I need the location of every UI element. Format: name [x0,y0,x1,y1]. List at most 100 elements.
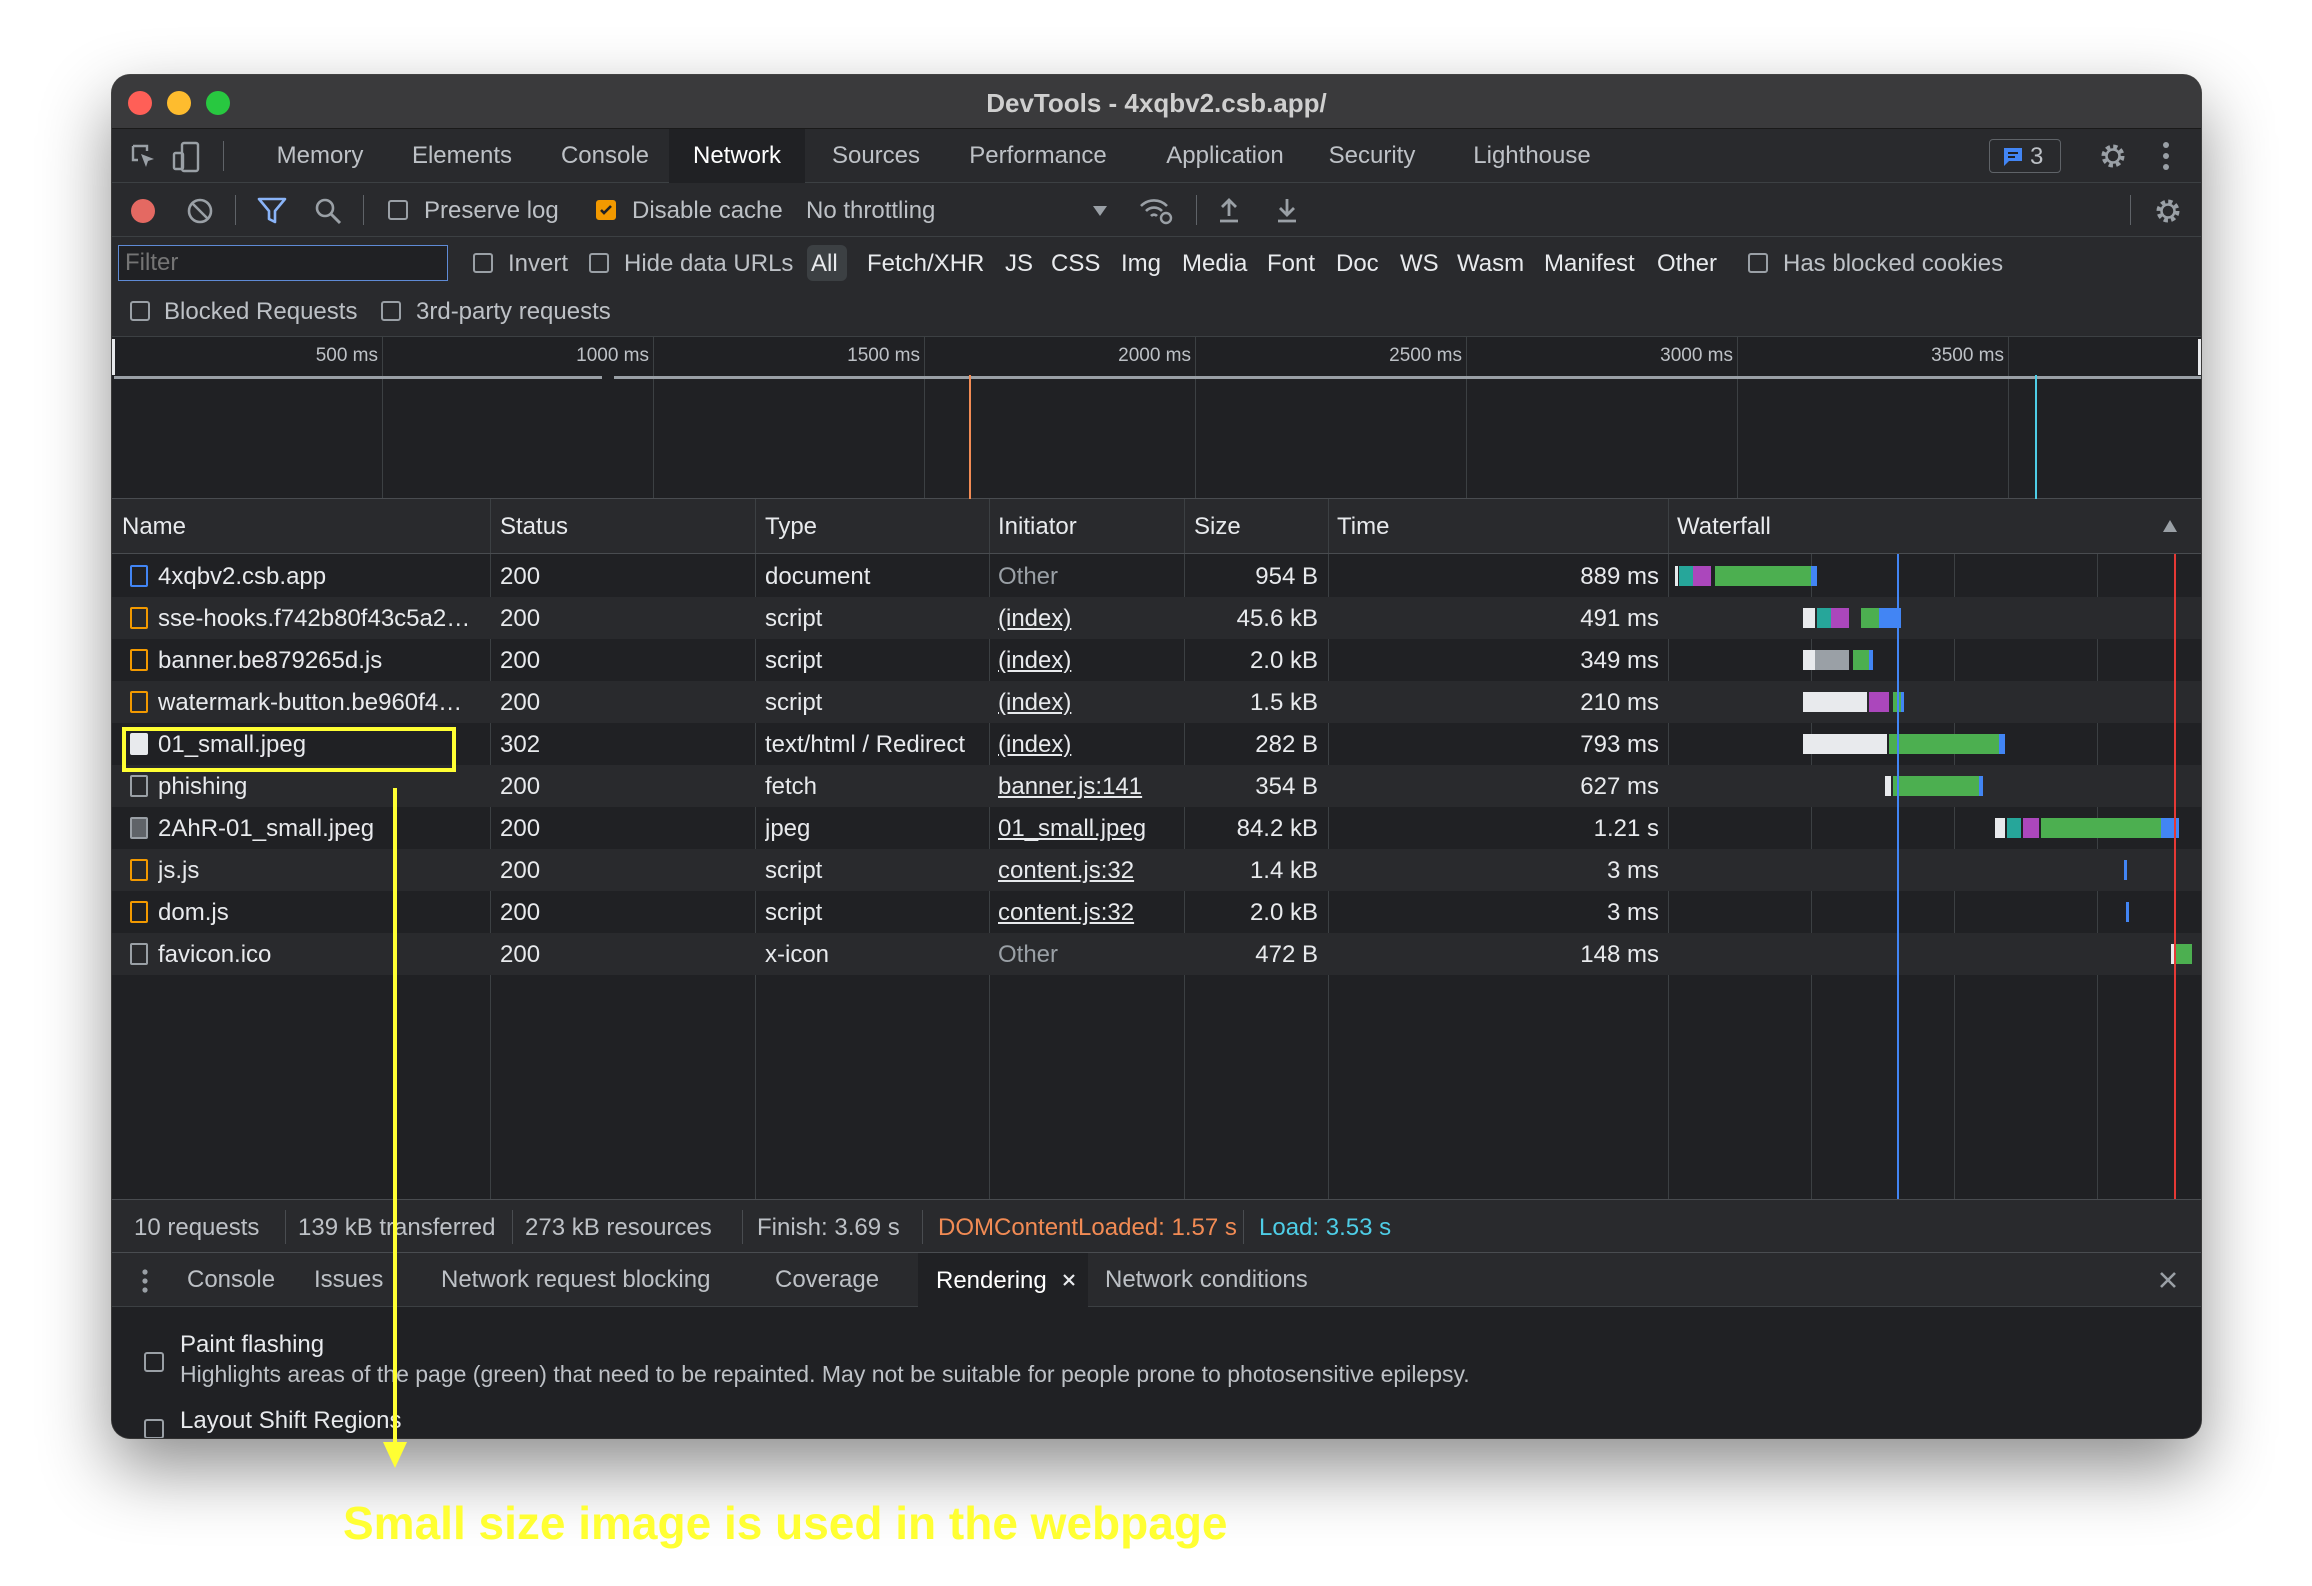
cell-name[interactable]: 2AhR-01_small.jpeg [158,815,484,843]
filter-icon[interactable] [257,197,287,225]
table-row[interactable]: dom.js 200 script content.js:32 2.0 kB 3 ms [112,891,2201,933]
paint-flashing-checkbox[interactable] [144,1352,164,1372]
filter-type-wasm[interactable]: Wasm [1457,250,1524,278]
network-toolbar: Preserve log Disable cache No throttling [112,183,2201,237]
cell-initiator[interactable]: (index) [998,689,1180,717]
layout-shift-regions-checkbox[interactable] [144,1419,164,1438]
settings-gear-icon[interactable] [2098,141,2128,171]
tab-performance[interactable]: Performance [954,129,1122,183]
table-row[interactable]: sse-hooks.f742b80f43c5a2… 200 script (index… [112,597,2201,639]
drawer-menu-icon[interactable] [141,1268,149,1294]
drawer-tab-network-request-blocking[interactable]: Network request blocking [441,1253,710,1307]
import-har-icon[interactable] [1217,196,1241,224]
blocked-requests-checkbox[interactable] [130,301,150,321]
tab-security[interactable]: Security [1312,129,1432,183]
tab-network[interactable]: Network [669,129,805,183]
cell-name[interactable]: js.js [158,857,484,885]
layout-shift-regions-label: Layout Shift Regions [180,1407,402,1434]
device-toolbar-icon[interactable] [172,141,202,173]
column-header-name[interactable]: Name [122,513,186,541]
overview-right-handle[interactable] [2198,339,2201,375]
sort-ascending-icon[interactable] [2162,519,2178,533]
preserve-log-checkbox[interactable] [388,200,408,220]
hide-data-urls-checkbox[interactable] [589,253,609,273]
tab-divider [223,141,224,171]
cell-initiator[interactable]: banner.js:141 [998,773,1180,801]
tick-label: 2500 ms [1389,345,1462,366]
record-stop-icon[interactable] [129,197,157,225]
cell-initiator[interactable]: content.js:32 [998,899,1180,927]
has-blocked-cookies-checkbox[interactable] [1748,253,1768,273]
column-header-status[interactable]: Status [500,513,568,541]
chevron-down-icon[interactable] [1092,205,1108,217]
cell-size: 1.4 kB [1249,857,1318,884]
tab-application[interactable]: Application [1142,129,1308,183]
filter-type-ws[interactable]: WS [1400,250,1439,278]
network-conditions-icon[interactable] [1139,196,1175,226]
filter-type-font[interactable]: Font [1267,250,1315,278]
cell-name[interactable]: watermark-button.be960f4… [158,689,484,717]
filter-type-media[interactable]: Media [1182,250,1247,278]
column-header-time[interactable]: Time [1337,513,1389,541]
cell-size: 354 B [1255,773,1318,800]
more-options-icon[interactable] [2161,141,2171,171]
tab-console[interactable]: Console [547,129,663,183]
clear-icon[interactable] [186,197,214,225]
table-row[interactable]: watermark-button.be960f4… 200 script (index… [112,681,2201,723]
tab-lighthouse[interactable]: Lighthouse [1462,129,1602,183]
cell-name[interactable]: banner.be879265d.js [158,647,484,675]
column-header-initiator[interactable]: Initiator [998,513,1077,541]
filter-type-manifest[interactable]: Manifest [1544,250,1635,278]
drawer-tab-network-conditions[interactable]: Network conditions [1105,1253,1308,1307]
drawer-tab-console[interactable]: Console [187,1253,275,1307]
filter-type-img[interactable]: Img [1121,250,1161,278]
tab-elements[interactable]: Elements [400,129,524,183]
inspect-element-icon[interactable] [130,143,158,171]
tab-memory[interactable]: Memory [262,129,378,183]
drawer-tab-issues[interactable]: Issues [314,1253,383,1307]
drawer-tab-rendering[interactable]: Rendering [918,1253,1088,1307]
table-row[interactable]: 4xqbv2.csb.app 200 document Other 954 B 889 m… [112,555,2201,597]
column-header-size[interactable]: Size [1194,513,1241,541]
table-row[interactable]: favicon.ico 200 x-icon Other 472 B 148 ms [112,933,2201,975]
table-row[interactable]: banner.be879265d.js 200 script (index) 2.0 k… [112,639,2201,681]
cell-initiator[interactable]: content.js:32 [998,857,1180,885]
column-header-waterfall[interactable]: Waterfall [1677,513,1771,541]
filter-type-other[interactable]: Other [1657,250,1717,278]
cell-initiator[interactable]: 01_small.jpeg [998,815,1180,843]
column-header-type[interactable]: Type [765,513,817,541]
overview-left-handle[interactable] [112,339,115,375]
throttling-select[interactable]: No throttling [806,197,935,225]
drawer-tab-rendering-label: Rendering [936,1267,1047,1294]
drawer-tab-coverage[interactable]: Coverage [775,1253,879,1307]
search-icon[interactable] [314,197,342,225]
cell-name[interactable]: sse-hooks.f742b80f43c5a2… [158,605,484,633]
cell-name[interactable]: phishing [158,773,484,801]
invert-checkbox[interactable] [473,253,493,273]
filter-type-doc[interactable]: Doc [1336,250,1379,278]
network-settings-gear-icon[interactable] [2153,196,2183,226]
cell-initiator[interactable]: (index) [998,647,1180,675]
filter-type-all[interactable]: All [811,250,838,278]
filter-type-fetch-xhr[interactable]: Fetch/XHR [867,250,984,278]
third-party-requests-checkbox[interactable] [381,301,401,321]
cell-name[interactable]: favicon.ico [158,941,484,969]
filter-input[interactable] [118,245,448,281]
filter-type-js[interactable]: JS [1005,250,1033,278]
cell-initiator[interactable]: (index) [998,605,1180,633]
cell-name[interactable]: 4xqbv2.csb.app [158,563,484,591]
close-tab-icon[interactable] [1061,1272,1077,1288]
filter-type-css[interactable]: CSS [1051,250,1100,278]
disable-cache-checkbox[interactable] [596,200,616,220]
table-row[interactable]: js.js 200 script content.js:32 1.4 kB 3 ms [112,849,2201,891]
cell-initiator[interactable]: (index) [998,731,1180,759]
waterfall-segment [1803,734,1887,754]
rendering-panel: Paint flashing Highlights areas of the p… [112,1307,2201,1438]
export-har-icon[interactable] [1275,196,1299,224]
timeline-overview[interactable]: 500 ms 1000 ms 1500 ms 2000 ms 2500 ms 3… [112,337,2201,499]
cell-name[interactable]: dom.js [158,899,484,927]
table-row[interactable]: 2AhR-01_small.jpeg 200 jpeg 01_small.jpeg 84… [112,807,2201,849]
issues-counter[interactable]: 3 [1989,139,2061,173]
close-drawer-icon[interactable] [2158,1270,2178,1290]
tab-sources[interactable]: Sources [820,129,932,183]
